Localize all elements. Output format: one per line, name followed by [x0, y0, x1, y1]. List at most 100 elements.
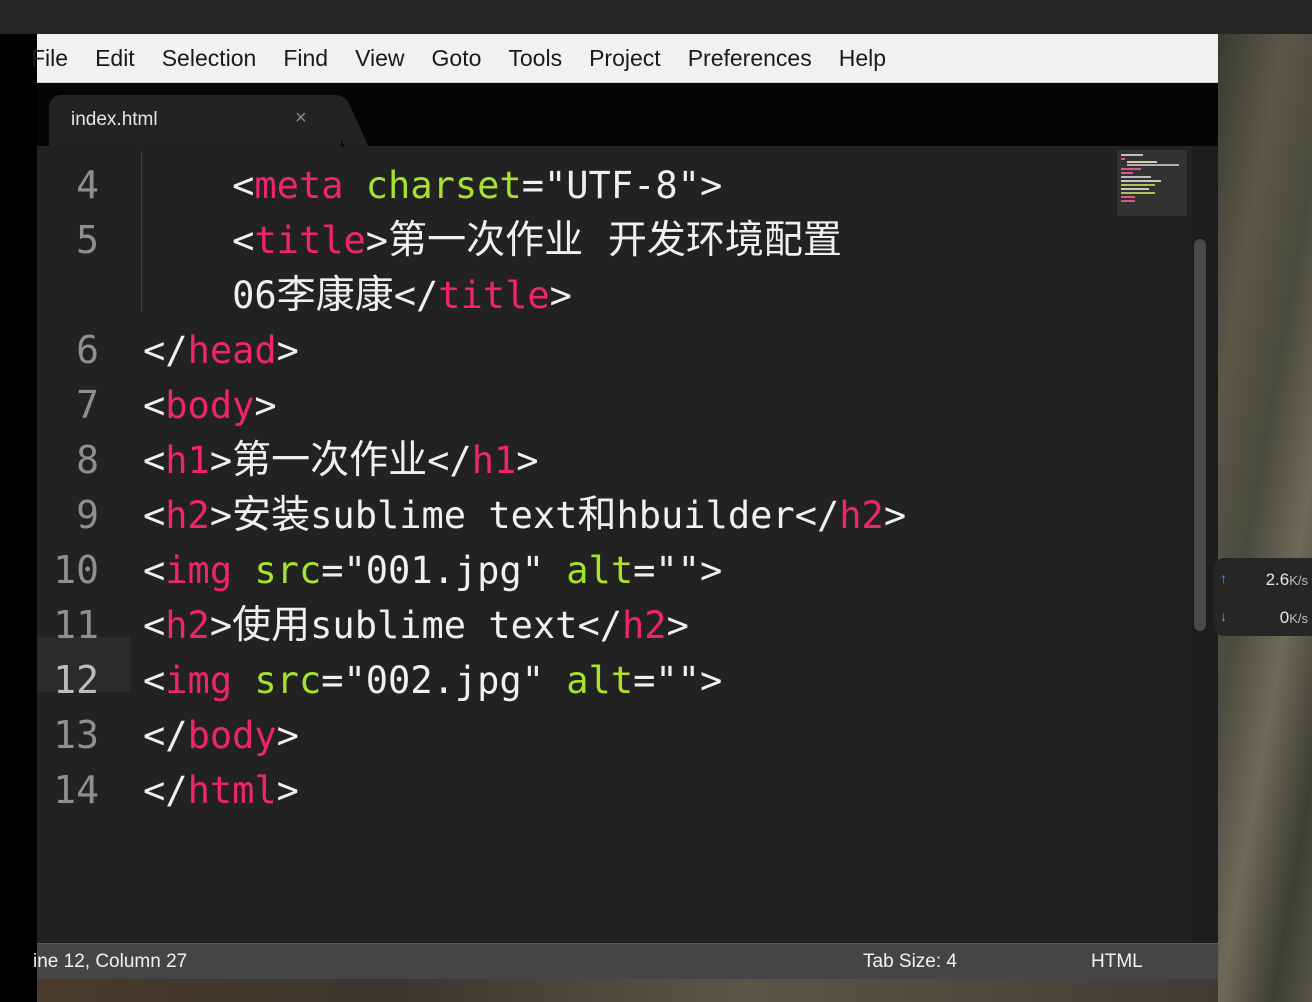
code-token: </ — [794, 494, 840, 537]
code-token: > — [699, 659, 723, 702]
code-token: body — [187, 714, 277, 757]
code-token: h2 — [165, 604, 210, 647]
code-line[interactable]: </html> — [143, 763, 299, 818]
line-number: 8 — [76, 438, 99, 482]
code-token: "" — [655, 659, 700, 702]
download-value: 0 — [1279, 608, 1290, 627]
code-token: < — [232, 219, 255, 262]
code-token: 安装 — [232, 493, 311, 538]
code-token: h2 — [622, 604, 667, 647]
line-number: 7 — [76, 383, 99, 427]
code-token: 第一次作业 开发环境配置 — [388, 218, 842, 263]
code-token: img — [165, 659, 233, 702]
code-token: > — [666, 604, 689, 647]
code-token: h1 — [471, 439, 517, 482]
network-speed-widget[interactable]: ↑ 2.6K/s ↓ 0K/s — [1214, 558, 1312, 636]
menu-file[interactable]: File — [31, 45, 68, 72]
code-token: h2 — [165, 494, 210, 537]
code-token: < — [143, 384, 166, 427]
download-speed: ↓ 0K/s — [1220, 608, 1312, 634]
code-token: meta — [254, 164, 344, 207]
menu-preferences[interactable]: Preferences — [688, 45, 812, 72]
code-token: = — [633, 549, 656, 592]
code-token: < — [143, 494, 166, 537]
line-number: 12 — [53, 658, 99, 702]
code-token: hbuilder — [616, 494, 795, 537]
syntax-indicator[interactable]: HTML — [1091, 951, 1143, 973]
code-token: alt — [566, 549, 634, 592]
code-line[interactable]: </head> — [143, 323, 299, 378]
code-token: > — [254, 384, 277, 427]
code-token: > — [209, 439, 233, 482]
line-number: 11 — [53, 603, 99, 647]
code-token: 06 — [232, 274, 277, 317]
code-token: h1 — [165, 439, 210, 482]
code-token: h2 — [839, 494, 884, 537]
menu-selection[interactable]: Selection — [162, 45, 257, 72]
code-token: </ — [427, 439, 472, 482]
code-token: = — [321, 549, 344, 592]
code-line[interactable]: <meta charset="UTF-8"> — [143, 158, 722, 213]
code-token: body — [165, 384, 255, 427]
code-token: title — [438, 274, 550, 317]
minimap[interactable] — [1117, 150, 1187, 216]
line-number: 4 — [76, 163, 99, 207]
code-line[interactable]: </body> — [143, 708, 299, 763]
menu-help[interactable]: Help — [839, 45, 886, 72]
code-line[interactable]: <h2>使用sublime text</h2> — [143, 598, 689, 653]
code-line[interactable]: <img src="002.jpg" alt=""> — [143, 653, 722, 708]
desktop-wallpaper-bottom — [37, 978, 1218, 1002]
line-number: 6 — [76, 328, 99, 372]
menu-tools[interactable]: Tools — [508, 45, 562, 72]
tab-bar: index.html × — [37, 83, 1218, 147]
code-token: html — [187, 769, 277, 812]
code-token: < — [143, 549, 166, 592]
code-token: img — [165, 549, 233, 592]
code-line[interactable]: <title>第一次作业 开发环境配置 — [143, 213, 842, 268]
code-token: > — [699, 164, 723, 207]
menu-project[interactable]: Project — [589, 45, 661, 72]
code-token: > — [209, 494, 233, 537]
code-token: > — [549, 274, 572, 317]
desktop-wallpaper — [1218, 34, 1312, 1002]
code-token: 使用 — [232, 603, 311, 648]
scrollbar-thumb[interactable] — [1194, 239, 1206, 631]
code-token: < — [143, 604, 166, 647]
code-line[interactable]: <body> — [143, 378, 277, 433]
code-token: alt — [566, 659, 634, 702]
menu-edit[interactable]: Edit — [95, 45, 135, 72]
menu-find[interactable]: Find — [283, 45, 328, 72]
code-token: </ — [143, 714, 188, 757]
menu-view[interactable]: View — [355, 45, 404, 72]
code-token: 第一次作业 — [232, 438, 428, 483]
code-token: 和 — [577, 493, 617, 538]
upload-unit: K/s — [1289, 573, 1308, 588]
code-token: = — [521, 164, 544, 207]
code-editor[interactable]: 4 5 6 7 8 9 10 11 12 13 14 <meta charset="UTF-8"> … — [37, 146, 1218, 943]
code-line[interactable]: 06李康康</title> — [143, 268, 572, 323]
tab-size-indicator[interactable]: Tab Size: 4 — [863, 951, 957, 973]
screen-top-strip — [0, 0, 1312, 34]
menu-goto[interactable]: Goto — [432, 45, 482, 72]
code-line[interactable]: <img src="001.jpg" alt=""> — [143, 543, 722, 598]
tab-title: index.html — [71, 109, 158, 130]
code-line[interactable]: <h2>安装sublime text和hbuilder</h2> — [143, 488, 906, 543]
line-number: 5 — [76, 218, 99, 262]
code-token: sublime text — [310, 494, 578, 537]
arrow-up-icon: ↑ — [1220, 570, 1227, 586]
code-token: "002.jpg" — [343, 659, 544, 702]
code-token: </ — [143, 769, 188, 812]
tab-index-html[interactable]: index.html × — [49, 95, 341, 147]
download-unit: K/s — [1289, 611, 1308, 626]
code-token: > — [365, 219, 389, 262]
code-token: </ — [393, 274, 439, 317]
code-token: = — [321, 659, 344, 702]
code-token: > — [883, 494, 907, 537]
sublime-text-window: File Edit Selection Find View Goto Tools… — [31, 34, 1218, 979]
close-icon[interactable]: × — [295, 107, 307, 130]
code-line[interactable]: <h1>第一次作业</h1> — [143, 433, 539, 488]
